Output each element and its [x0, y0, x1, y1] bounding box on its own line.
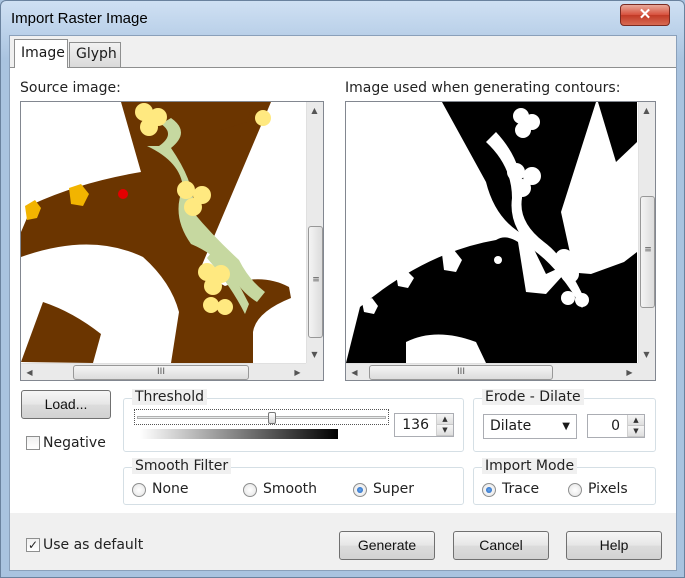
threshold-slider-track[interactable] — [134, 409, 389, 425]
smooth-filter-group: Smooth Filter None Smooth Super — [123, 458, 464, 505]
smooth-filter-title: Smooth Filter — [132, 458, 232, 474]
spin-down-icon[interactable]: ▼ — [437, 425, 453, 436]
source-image-label: Source image: — [20, 80, 121, 96]
source-hscroll-thumb[interactable]: III — [73, 365, 249, 380]
scroll-left-icon[interactable]: ◀ — [346, 364, 363, 380]
radio-super-label: Super — [373, 481, 415, 497]
dialog-window: Import Raster Image ✕ Image Glyph Source… — [0, 0, 685, 578]
use-as-default-checkbox[interactable]: ✓ — [26, 538, 40, 552]
checkmark-icon: ✓ — [27, 538, 39, 552]
scrollbar-corner — [638, 363, 655, 380]
radio-none-label: None — [152, 481, 189, 497]
source-image — [21, 102, 305, 363]
cancel-button[interactable]: Cancel — [453, 531, 549, 560]
threshold-title: Threshold — [132, 389, 207, 405]
radio-pixels-label: Pixels — [588, 481, 628, 497]
spin-down-icon[interactable]: ▼ — [628, 426, 644, 437]
scroll-left-icon[interactable]: ◀ — [21, 364, 38, 380]
negative-checkbox[interactable] — [26, 436, 40, 450]
radio-super[interactable] — [353, 483, 367, 497]
radio-smooth[interactable] — [243, 483, 257, 497]
contours-vertical-scrollbar[interactable]: ▲ ≡ ▼ — [638, 102, 655, 363]
scroll-right-icon[interactable]: ▶ — [621, 364, 638, 380]
contours-vscroll-thumb[interactable]: ≡ — [640, 196, 655, 308]
import-mode-group: Import Mode Trace Pixels — [473, 458, 656, 505]
radio-smooth-label: Smooth — [263, 481, 318, 497]
radio-trace[interactable] — [482, 483, 496, 497]
threshold-gradient-bar — [140, 429, 338, 439]
scrollbar-corner — [306, 363, 323, 380]
source-image-view[interactable]: ▲ ≡ ▼ ◀ III ▶ — [20, 101, 324, 381]
radio-none[interactable] — [132, 483, 146, 497]
tab-strip: Image Glyph — [10, 36, 676, 68]
erode-dilate-mode: Dilate — [490, 418, 532, 434]
image-tab-panel: Source image: Image used when generating… — [10, 67, 676, 513]
window-title: Import Raster Image — [11, 10, 148, 27]
scroll-up-icon[interactable]: ▲ — [306, 102, 323, 119]
erode-dilate-amount-field[interactable]: 0 ▲ ▼ — [587, 414, 645, 438]
threshold-slider-thumb[interactable] — [267, 412, 276, 424]
close-button[interactable]: ✕ — [620, 4, 670, 26]
chevron-down-icon: ▼ — [562, 421, 570, 432]
scroll-up-icon[interactable]: ▲ — [638, 102, 655, 119]
spin-up-icon[interactable]: ▲ — [437, 414, 453, 425]
threshold-group: Threshold 136 ▲ ▼ — [123, 389, 464, 452]
erode-dilate-title: Erode - Dilate — [482, 389, 584, 405]
erode-dilate-select[interactable]: Dilate ▼ — [483, 414, 577, 439]
radio-pixels[interactable] — [568, 483, 582, 497]
scroll-down-icon[interactable]: ▼ — [638, 346, 655, 363]
erode-dilate-spinner[interactable]: ▲ ▼ — [627, 415, 644, 437]
erode-dilate-amount: 0 — [611, 418, 620, 434]
source-vscroll-thumb[interactable]: ≡ — [308, 226, 323, 338]
negative-label: Negative — [43, 435, 106, 451]
contours-horizontal-scrollbar[interactable]: ◀ III ▶ — [346, 363, 638, 380]
tab-glyph[interactable]: Glyph — [69, 42, 121, 67]
threshold-value-field[interactable]: 136 ▲ ▼ — [394, 413, 454, 437]
spin-up-icon[interactable]: ▲ — [628, 415, 644, 426]
threshold-spinner[interactable]: ▲ ▼ — [436, 414, 453, 436]
load-button[interactable]: Load... — [21, 390, 111, 419]
grip-icon: ≡ — [644, 245, 652, 255]
tab-image[interactable]: Image — [14, 39, 68, 68]
scroll-right-icon[interactable]: ▶ — [289, 364, 306, 380]
threshold-value: 136 — [402, 417, 429, 433]
scroll-down-icon[interactable]: ▼ — [306, 346, 323, 363]
contours-image — [346, 102, 637, 363]
dialog-client: Image Glyph Source image: Image used whe… — [9, 35, 677, 571]
contours-image-view[interactable]: ▲ ≡ ▼ ◀ III ▶ — [345, 101, 656, 381]
contours-image-label: Image used when generating contours: — [345, 80, 621, 96]
use-as-default-label: Use as default — [43, 537, 144, 553]
source-horizontal-scrollbar[interactable]: ◀ III ▶ — [21, 363, 306, 380]
radio-trace-label: Trace — [502, 481, 540, 497]
erode-dilate-group: Erode - Dilate Dilate ▼ 0 ▲ ▼ — [473, 389, 656, 452]
import-mode-title: Import Mode — [482, 458, 578, 474]
generate-button[interactable]: Generate — [339, 531, 435, 560]
title-bar[interactable]: Import Raster Image ✕ — [1, 1, 684, 37]
grip-icon: ≡ — [312, 275, 320, 285]
source-vertical-scrollbar[interactable]: ▲ ≡ ▼ — [306, 102, 323, 363]
help-button[interactable]: Help — [566, 531, 662, 560]
contours-hscroll-thumb[interactable]: III — [369, 365, 553, 380]
